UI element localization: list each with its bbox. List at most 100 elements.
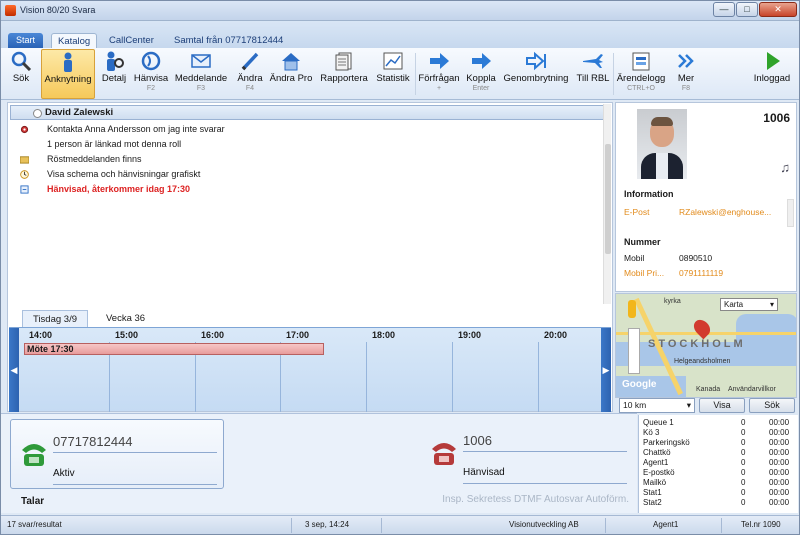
- status-icon: [20, 185, 29, 194]
- map-search-button[interactable]: Sök: [749, 398, 795, 413]
- call-area: 07717812444 Aktiv 1006 Hänvisad Talar In…: [1, 413, 637, 513]
- meeting-block[interactable]: Möte 17:30: [24, 343, 324, 355]
- house-icon: [280, 51, 302, 71]
- search-button[interactable]: Sök: [7, 49, 35, 99]
- queue-row[interactable]: Mailkö 0 00:00: [643, 478, 793, 488]
- start-tab[interactable]: Start: [8, 33, 44, 48]
- map-city-label: STOCKHOLM: [648, 338, 746, 350]
- detail-button[interactable]: Detalj: [99, 49, 129, 99]
- information-heading: Information: [624, 189, 674, 199]
- tab-day[interactable]: Tisdag 3/9: [22, 310, 89, 327]
- status-agent: Agent1: [653, 520, 679, 529]
- tab-bar: Start Katalog CallCenter Samtal från 077…: [1, 21, 799, 48]
- caller-number: 07717812444: [53, 434, 133, 449]
- tab-call-from[interactable]: Samtal från 07717812444: [174, 33, 283, 48]
- status-phone: Tel.nr 1090: [741, 520, 781, 529]
- log-icon: [630, 51, 652, 71]
- time-label: 19:00: [458, 330, 482, 340]
- queue-row[interactable]: Agent1 0 00:00: [643, 458, 793, 468]
- time-divider: [366, 342, 367, 412]
- queue-row[interactable]: Stat2 0 00:00: [643, 498, 793, 508]
- arrow-right-icon: [428, 51, 450, 71]
- envelope-icon: [190, 51, 212, 71]
- queue-row[interactable]: Parkeringskö 0 00:00: [643, 438, 793, 448]
- tab-katalog[interactable]: Katalog: [51, 33, 98, 48]
- title-bar: Vision 80/20 Svara — □ ✕: [1, 1, 799, 21]
- time-label: 18:00: [372, 330, 396, 340]
- breakthrough-button[interactable]: Genombrytning: [501, 49, 571, 99]
- active-call-card[interactable]: 07717812444 Aktiv: [10, 419, 224, 489]
- extension-button[interactable]: Anknytning: [41, 49, 95, 99]
- scrollbar-thumb[interactable]: [605, 144, 611, 254]
- close-button[interactable]: ✕: [759, 2, 797, 17]
- to-rbl-button[interactable]: Till RBL: [575, 49, 611, 99]
- ribbon-toolbar: Sök Anknytning Detalj Hänvisa F2 Meddela…: [1, 48, 799, 100]
- ribbon-separator: [415, 53, 416, 95]
- extension-number: 1006: [763, 111, 790, 125]
- report-button[interactable]: Rapportera: [317, 49, 371, 99]
- connect-button[interactable]: Koppla Enter: [463, 49, 499, 99]
- message-button[interactable]: Meddelande F3: [173, 49, 229, 99]
- statistics-button[interactable]: Statistik: [373, 49, 413, 99]
- report-icon: [333, 51, 355, 71]
- map-controls: 10 km ▾ Visa Sök: [615, 398, 797, 414]
- edit-pro-button[interactable]: Ändra Pro: [269, 49, 313, 99]
- ribbon-separator: [613, 53, 614, 95]
- time-label: 15:00: [115, 330, 139, 340]
- more-button[interactable]: Mer F8: [671, 49, 701, 99]
- contact-scrollbar[interactable]: [603, 104, 611, 304]
- inquiry-button[interactable]: Förfrågan +: [417, 49, 461, 99]
- tab-callcenter[interactable]: CallCenter: [109, 33, 154, 48]
- queue-row[interactable]: Stat1 0 00:00: [643, 488, 793, 498]
- map-view[interactable]: Karta ▾ kyrka STOCKHOLM Helgeandsholmen …: [615, 293, 797, 398]
- map-type-select[interactable]: Karta ▾: [720, 298, 778, 311]
- time-divider: [452, 342, 453, 412]
- double-chevron-icon: [675, 51, 697, 71]
- target-status: Hänvisad: [463, 467, 505, 478]
- queue-row[interactable]: Kö 3 0 00:00: [643, 428, 793, 438]
- schedule-prev-button[interactable]: ◀: [9, 328, 19, 412]
- time-label: 16:00: [201, 330, 225, 340]
- search-icon: [10, 51, 32, 72]
- edit-button[interactable]: Ändra F4: [235, 49, 265, 99]
- redirect-button[interactable]: Hänvisa F2: [133, 49, 169, 99]
- logged-in-button[interactable]: Inloggad: [751, 49, 793, 99]
- chevron-down-icon: ▾: [686, 400, 691, 410]
- time-label: 14:00: [29, 330, 53, 340]
- minimize-button[interactable]: —: [713, 2, 735, 17]
- airplane-icon: [582, 51, 604, 71]
- maximize-button[interactable]: □: [736, 2, 758, 17]
- street-view-icon[interactable]: [628, 300, 636, 318]
- queue-row[interactable]: Queue 1 0 00:00: [643, 418, 793, 428]
- queue-list: Queue 1 0 00:00 Kö 3 0 00:00 Parkeringskö 0 00…: [638, 415, 798, 513]
- distance-select[interactable]: 10 km ▾: [619, 398, 695, 413]
- breakthrough-icon: [525, 51, 547, 71]
- time-label: 20:00: [544, 330, 568, 340]
- info-scrollbar[interactable]: [787, 199, 794, 227]
- radio-icon: [33, 109, 42, 118]
- contact-name: David Zalewski: [45, 107, 114, 118]
- play-icon: [761, 51, 783, 71]
- contact-name-row[interactable]: David Zalewski: [10, 105, 605, 120]
- contact-panel: David Zalewski Kontakta Anna Andersson o…: [7, 102, 613, 412]
- window-title: Vision 80/20 Svara: [20, 5, 96, 15]
- folder-icon: [20, 156, 29, 164]
- queue-row[interactable]: E-postkö 0 00:00: [643, 468, 793, 478]
- status-datetime: 3 sep, 14:24: [305, 520, 350, 529]
- statistics-icon: [382, 51, 404, 71]
- time-divider: [538, 342, 539, 412]
- tab-week[interactable]: Vecka 36: [96, 310, 155, 327]
- phone-green-icon: [22, 444, 46, 466]
- show-map-button[interactable]: Visa: [699, 398, 745, 413]
- target-call-card[interactable]: 1006 Hänvisad: [421, 419, 631, 489]
- location-pin-icon[interactable]: [690, 316, 714, 340]
- number-heading: Nummer: [624, 237, 661, 247]
- zoom-control[interactable]: [628, 328, 640, 374]
- music-note-icon[interactable]: ♫: [780, 160, 790, 175]
- case-log-button[interactable]: Ärendelogg CTRL+O: [615, 49, 667, 99]
- detail-icon: [103, 51, 125, 71]
- profile-photo: [637, 109, 687, 179]
- profile-panel: 1006 ♫ Information E-Post RZalewski@engh…: [615, 102, 797, 292]
- queue-row[interactable]: Chattkö 0 00:00: [643, 448, 793, 458]
- schedule-next-button[interactable]: ▶: [601, 328, 611, 412]
